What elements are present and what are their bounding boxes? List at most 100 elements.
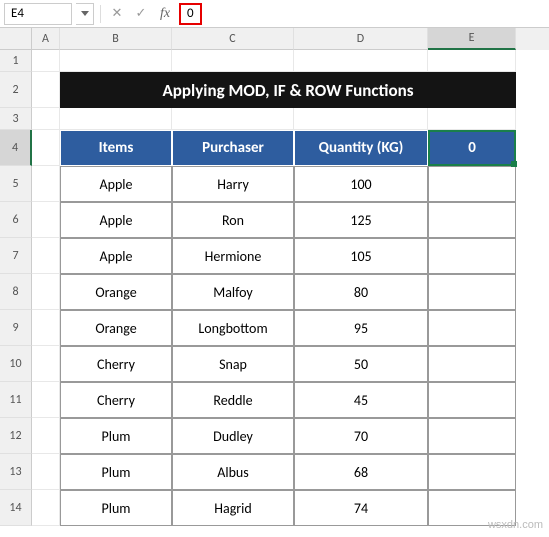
selected-cell-e4[interactable]: 0 xyxy=(428,130,516,166)
cell[interactable] xyxy=(32,382,60,418)
table-cell[interactable]: Cherry xyxy=(60,382,172,418)
table-cell[interactable]: 95 xyxy=(294,310,428,346)
table-cell[interactable]: Longbottom xyxy=(172,310,294,346)
table-cell[interactable] xyxy=(428,274,516,310)
table-cell[interactable]: 68 xyxy=(294,454,428,490)
table-cell[interactable]: Plum xyxy=(60,490,172,526)
col-header-b[interactable]: B xyxy=(60,28,172,50)
table-cell[interactable]: Hermione xyxy=(172,238,294,274)
table-cell[interactable]: 100 xyxy=(294,166,428,202)
header-quantity[interactable]: Quantity (KG) xyxy=(294,130,428,166)
table-cell[interactable] xyxy=(428,202,516,238)
row-header-3[interactable]: 3 xyxy=(0,108,32,130)
watermark: wsxdn.com xyxy=(488,519,543,531)
col-header-a[interactable]: A xyxy=(32,28,60,50)
cell[interactable] xyxy=(32,130,60,166)
table-cell[interactable]: 125 xyxy=(294,202,428,238)
table-cell[interactable] xyxy=(428,238,516,274)
title-cell[interactable]: Applying MOD, IF & ROW Functions xyxy=(60,72,516,108)
table-cell[interactable] xyxy=(428,454,516,490)
table-cell[interactable]: Hagrid xyxy=(172,490,294,526)
cell[interactable] xyxy=(32,346,60,382)
column-headers: A B C D E xyxy=(32,28,549,50)
header-purchaser[interactable]: Purchaser xyxy=(172,130,294,166)
cell[interactable] xyxy=(32,418,60,454)
table-cell[interactable]: 70 xyxy=(294,418,428,454)
header-items[interactable]: Items xyxy=(60,130,172,166)
cell[interactable] xyxy=(294,50,428,72)
cell[interactable] xyxy=(60,50,172,72)
cell[interactable] xyxy=(32,202,60,238)
fx-icon[interactable]: fx xyxy=(155,3,175,25)
col-header-c[interactable]: C xyxy=(172,28,294,50)
cell[interactable] xyxy=(172,50,294,72)
table-cell[interactable]: Apple xyxy=(60,202,172,238)
cell[interactable] xyxy=(32,166,60,202)
spreadsheet-grid: 1 2 3 4 5 6 7 8 9 10 11 12 13 14 A B C D… xyxy=(0,28,549,537)
table-cell[interactable]: Dudley xyxy=(172,418,294,454)
table-cell[interactable]: Apple xyxy=(60,238,172,274)
row-header-11[interactable]: 11 xyxy=(0,382,32,418)
fill-handle[interactable] xyxy=(511,161,517,167)
row-headers: 1 2 3 4 5 6 7 8 9 10 11 12 13 14 xyxy=(0,50,32,526)
col-header-e[interactable]: E xyxy=(428,28,516,50)
table-cell[interactable]: Plum xyxy=(60,454,172,490)
cell[interactable] xyxy=(172,108,294,130)
table-cell[interactable]: Plum xyxy=(60,418,172,454)
table-cell[interactable] xyxy=(428,310,516,346)
table-cell[interactable]: Albus xyxy=(172,454,294,490)
row-header-8[interactable]: 8 xyxy=(0,274,32,310)
cell[interactable] xyxy=(32,50,60,72)
table-cell[interactable]: 74 xyxy=(294,490,428,526)
cell[interactable] xyxy=(32,72,60,108)
cell[interactable] xyxy=(60,108,172,130)
row-header-13[interactable]: 13 xyxy=(0,454,32,490)
formula-input-highlight: 0 xyxy=(179,3,202,25)
table-cell[interactable]: Malfoy xyxy=(172,274,294,310)
enter-icon[interactable]: ✓ xyxy=(131,3,151,25)
cell[interactable] xyxy=(32,490,60,526)
table-cell[interactable]: Ron xyxy=(172,202,294,238)
separator xyxy=(100,5,101,23)
table-cell[interactable] xyxy=(428,166,516,202)
col-header-d[interactable]: D xyxy=(294,28,428,50)
table-cell[interactable]: 50 xyxy=(294,346,428,382)
cancel-icon[interactable]: ✕ xyxy=(107,3,127,25)
table-cell[interactable] xyxy=(428,382,516,418)
name-box-dropdown[interactable] xyxy=(76,3,94,25)
cell[interactable] xyxy=(294,108,428,130)
table-cell[interactable]: 105 xyxy=(294,238,428,274)
cell[interactable] xyxy=(32,274,60,310)
row-header-5[interactable]: 5 xyxy=(0,166,32,202)
table-cell[interactable]: Cherry xyxy=(60,346,172,382)
row-header-7[interactable]: 7 xyxy=(0,238,32,274)
table-cell[interactable]: 45 xyxy=(294,382,428,418)
row-header-6[interactable]: 6 xyxy=(0,202,32,238)
table-cell[interactable]: Snap xyxy=(172,346,294,382)
cell[interactable] xyxy=(428,50,516,72)
cell[interactable] xyxy=(428,108,516,130)
row-header-9[interactable]: 9 xyxy=(0,310,32,346)
cell[interactable] xyxy=(32,310,60,346)
table-cell[interactable] xyxy=(428,346,516,382)
row-header-4[interactable]: 4 xyxy=(0,130,32,166)
cell[interactable] xyxy=(32,108,60,130)
table-cell[interactable]: Harry xyxy=(172,166,294,202)
table-cell[interactable]: Orange xyxy=(60,274,172,310)
table-cell[interactable]: Orange xyxy=(60,310,172,346)
formula-input[interactable]: 0 xyxy=(187,6,194,21)
select-all-corner[interactable] xyxy=(0,28,32,50)
row-header-12[interactable]: 12 xyxy=(0,418,32,454)
row-header-1[interactable]: 1 xyxy=(0,50,32,72)
row-header-2[interactable]: 2 xyxy=(0,72,32,108)
table-cell[interactable]: Apple xyxy=(60,166,172,202)
formula-bar: E4 ✕ ✓ fx 0 xyxy=(0,0,549,28)
row-header-10[interactable]: 10 xyxy=(0,346,32,382)
name-box[interactable]: E4 xyxy=(4,3,72,25)
table-cell[interactable]: 80 xyxy=(294,274,428,310)
cell[interactable] xyxy=(32,454,60,490)
cell[interactable] xyxy=(32,238,60,274)
table-cell[interactable]: Reddle xyxy=(172,382,294,418)
table-cell[interactable] xyxy=(428,418,516,454)
row-header-14[interactable]: 14 xyxy=(0,490,32,526)
